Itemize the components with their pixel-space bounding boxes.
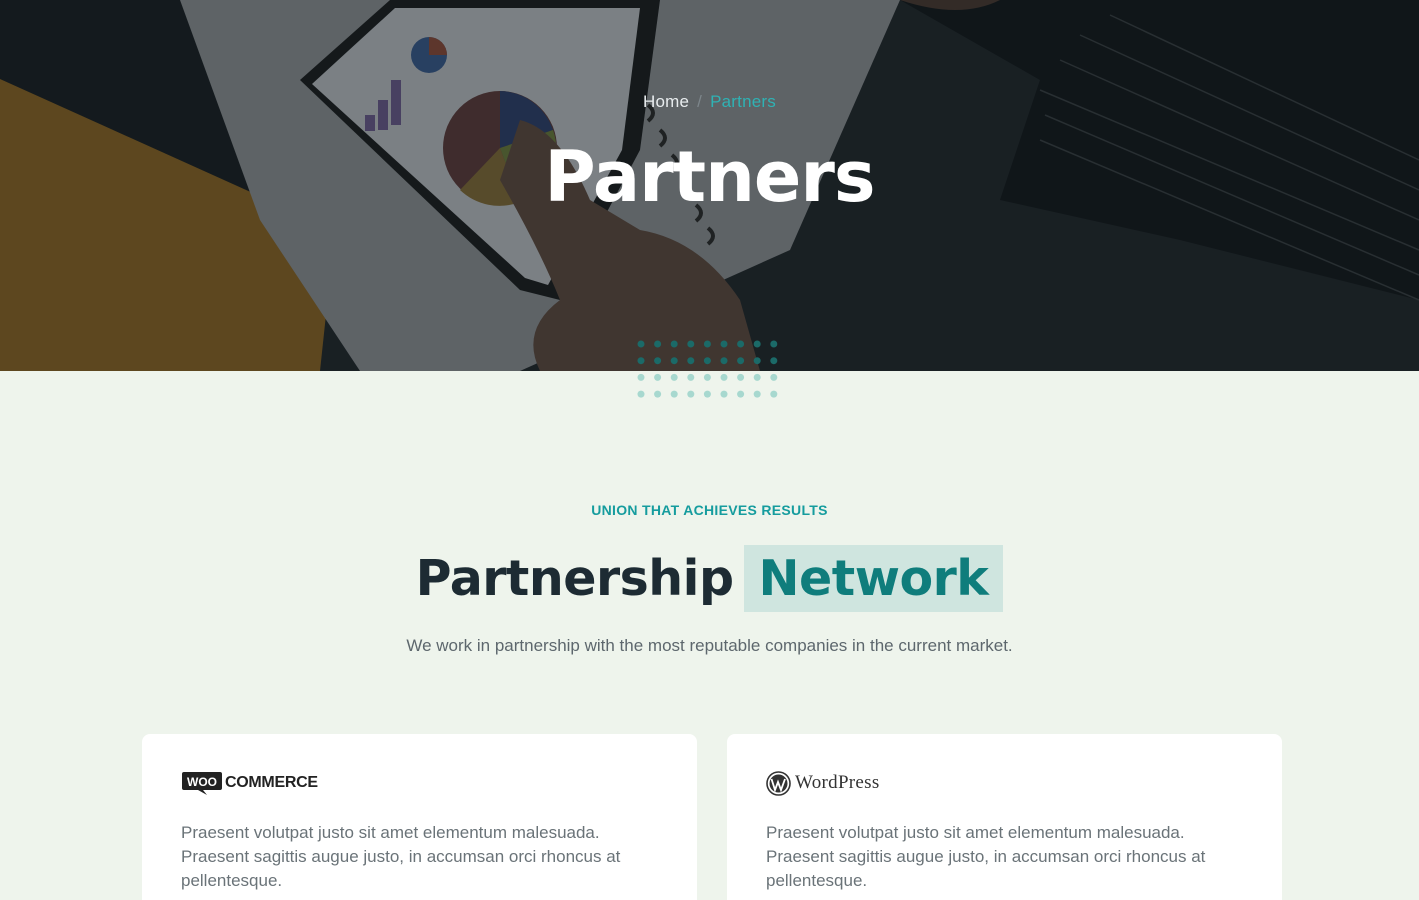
breadcrumb-home-link[interactable]: Home	[643, 92, 689, 111]
decorative-dot	[670, 340, 678, 348]
hero-banner: Home / Partners Partners	[0, 0, 1419, 371]
decorative-dot	[737, 390, 745, 398]
section-subtitle: We work in partnership with the most rep…	[406, 636, 1013, 655]
section-title-highlight: Network	[743, 545, 1004, 612]
decorative-dot	[654, 340, 662, 348]
breadcrumb: Home / Partners	[0, 92, 1419, 112]
decorative-dot	[753, 373, 761, 381]
decorative-dot	[654, 373, 662, 381]
woocommerce-logo-text: COMMERCE	[225, 774, 318, 791]
decorative-dot	[670, 390, 678, 398]
decorative-dot	[654, 390, 662, 398]
partner-description: Praesent volutpat justo sit amet element…	[181, 823, 621, 890]
decorative-dot	[753, 357, 761, 365]
section-kicker: UNION THAT ACHIEVES RESULTS	[591, 502, 828, 518]
decorative-dot	[737, 373, 745, 381]
decorative-dot	[703, 373, 711, 381]
decorative-dot	[737, 340, 745, 348]
decorative-dot	[753, 340, 761, 348]
wordpress-logo: WordPress	[766, 768, 1243, 798]
wordpress-logo-icon	[766, 770, 791, 796]
woocommerce-logo-icon: WOO	[182, 772, 222, 795]
decorative-dot	[637, 373, 645, 381]
decorative-dot	[637, 340, 645, 348]
decorative-dot	[637, 390, 645, 398]
decorative-dot	[637, 357, 645, 365]
section-title-main: Partnership	[415, 550, 734, 607]
decorative-dot	[703, 390, 711, 398]
page-title: Partners	[544, 136, 875, 218]
decorative-dot	[703, 357, 711, 365]
decorative-dot	[770, 340, 778, 348]
decorative-dot	[687, 340, 695, 348]
decorative-dot	[753, 390, 761, 398]
decorative-dot	[770, 373, 778, 381]
breadcrumb-separator: /	[697, 92, 703, 111]
wordpress-logo-text: WordPress	[795, 772, 880, 793]
decorative-dot	[687, 373, 695, 381]
decorative-dot	[720, 357, 728, 365]
partner-card-wordpress: WordPress Praesent volutpat justo sit am…	[727, 734, 1282, 900]
decorative-dot	[703, 340, 711, 348]
decorative-dot-grid	[637, 340, 778, 398]
decorative-dot	[687, 357, 695, 365]
decorative-dot	[720, 390, 728, 398]
decorative-dot	[687, 390, 695, 398]
decorative-dot	[670, 373, 678, 381]
woocommerce-logo-badge: WOO	[187, 775, 217, 789]
decorative-dot	[670, 357, 678, 365]
decorative-dot	[770, 390, 778, 398]
partner-description: Praesent volutpat justo sit amet element…	[766, 823, 1206, 890]
section-title: Partnership Network	[0, 545, 1419, 612]
breadcrumb-current: Partners	[710, 92, 776, 111]
woocommerce-logo: WOO COMMERCE	[181, 768, 658, 798]
decorative-dot	[720, 373, 728, 381]
partner-card-woocommerce: WOO COMMERCE Praesent volutpat justo sit…	[142, 734, 697, 900]
decorative-dot	[654, 357, 662, 365]
decorative-dot	[737, 357, 745, 365]
decorative-dot	[770, 357, 778, 365]
decorative-dot	[720, 340, 728, 348]
